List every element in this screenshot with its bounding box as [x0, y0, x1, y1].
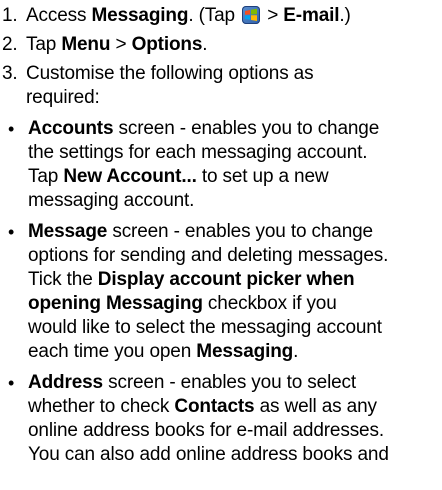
bullet-text: Accounts screen - enables you to change — [28, 118, 380, 139]
windows-start-icon — [242, 6, 261, 24]
step-text: Access Messaging. (Tap > E-mail.) — [26, 5, 351, 26]
bullet-marker: • — [8, 373, 15, 393]
bullet-marker: • — [8, 222, 15, 242]
bullet-text: online address books for e-mail addresse… — [28, 420, 384, 441]
step-number: 1. — [2, 5, 18, 26]
step-text: required: — [26, 87, 100, 108]
manual-page: 1. Access Messaging. (Tap > E-mail.) 2. … — [0, 0, 442, 490]
bullet-text: opening Messaging checkbox if you — [28, 293, 337, 314]
step-text: Customise the following options as — [26, 63, 314, 84]
bullet-text: Tick the Display account picker when — [28, 269, 355, 290]
bullet-text: would like to select the messaging accou… — [28, 317, 382, 338]
bullet-text: the settings for each messaging account. — [28, 142, 368, 163]
step-number: 3. — [2, 63, 18, 84]
step-number: 2. — [2, 34, 18, 55]
bullet-text: each time you open Messaging. — [28, 341, 299, 362]
bullet-text: Tap New Account... to set up a new — [28, 166, 329, 187]
bullet-text: messaging account. — [28, 190, 195, 211]
bullet-text: Address screen - enables you to select — [28, 372, 357, 393]
bullet-text: whether to check Contacts as well as any — [28, 396, 377, 417]
bullet-text: You can also add online address books an… — [28, 444, 389, 465]
bullet-text: Message screen - enables you to change — [28, 221, 373, 242]
bullet-text: options for sending and deleting message… — [28, 245, 389, 266]
step-text: Tap Menu > Options. — [26, 34, 208, 55]
bullet-marker: • — [8, 119, 15, 139]
